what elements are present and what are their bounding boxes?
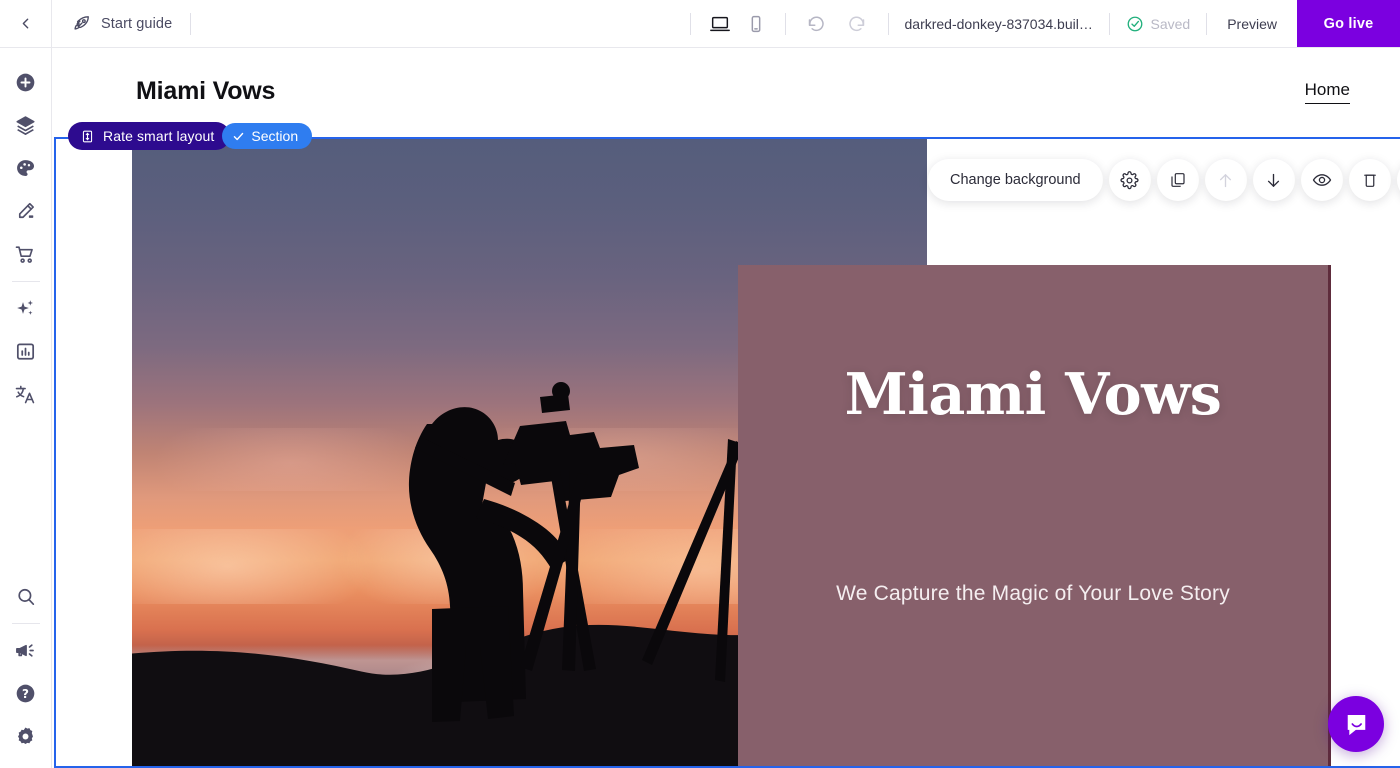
section-badge[interactable]: Section [222,123,312,149]
sidebar-bottom-group: ? [0,575,51,768]
more-options-button[interactable] [1397,159,1400,201]
sidebar-item-add-element[interactable] [0,61,52,104]
sidebar-item-settings[interactable] [0,715,52,758]
mobile-icon [745,13,767,35]
section-toolbar: Change background [928,159,1400,201]
move-section-down-button[interactable] [1253,159,1295,201]
hide-section-button[interactable] [1301,159,1343,201]
pencil-icon [14,200,37,223]
sidebar-item-ai-assistant[interactable] [0,287,52,330]
site-url-label[interactable]: darkred-donkey-837034.buil… [889,0,1109,47]
mobile-view-button[interactable] [741,9,771,39]
translate-icon [14,383,37,406]
history-controls [786,0,888,47]
rocket-icon [72,14,91,33]
question-circle-icon: ? [14,682,37,705]
svg-text:?: ? [22,687,29,701]
section-badges: Rate smart layout Section [68,122,312,150]
search-icon [15,586,37,608]
palette-icon [14,157,37,180]
back-button[interactable] [0,0,52,47]
duplicate-section-button[interactable] [1157,159,1199,201]
undo-icon [806,13,827,34]
sidebar-divider [12,281,40,282]
redo-button[interactable] [842,9,872,39]
sidebar-item-help[interactable]: ? [0,672,52,715]
sidebar-divider [12,623,40,624]
chevron-left-icon [17,15,34,32]
sidebar-item-layers[interactable] [0,104,52,147]
intercom-chat-button[interactable] [1328,696,1384,752]
sidebar-item-theme[interactable] [0,147,52,190]
rate-smart-layout-button[interactable]: Rate smart layout [68,122,230,150]
desktop-icon [709,13,731,35]
device-switcher [691,0,785,47]
save-status: Saved [1110,0,1207,47]
top-toolbar: Start guide [0,0,1400,48]
sparkles-icon [14,297,37,320]
start-guide-label: Start guide [101,16,172,32]
gear-icon [1120,171,1139,190]
preview-button[interactable]: Preview [1207,0,1297,47]
undo-button[interactable] [802,9,832,39]
check-icon [232,130,245,143]
page-title: Miami Vows [136,77,275,106]
sidebar-item-translate[interactable] [0,373,52,416]
section-badge-label: Section [251,128,298,144]
hero-heading: Miami Vows [845,361,1222,428]
sidebar-item-store[interactable] [0,233,52,276]
layers-icon [14,114,37,137]
nav-item-home[interactable]: Home [1305,80,1350,104]
section-settings-button[interactable] [1109,159,1151,201]
megaphone-icon [14,639,37,662]
sidebar-item-search[interactable] [0,575,52,618]
trash-icon [1361,171,1379,189]
left-sidebar: ? [0,48,52,768]
smart-layout-icon [80,129,95,144]
hero-content-card[interactable]: Miami Vows We Capture the Magic of Your … [738,265,1331,768]
rate-smart-layout-label: Rate smart layout [103,128,214,144]
shopping-cart-icon [14,243,37,266]
bar-chart-icon [14,340,37,363]
redo-icon [846,13,867,34]
arrow-up-icon [1216,171,1235,190]
hero-section[interactable]: Miami Vows We Capture the Magic of Your … [54,139,1400,768]
move-section-up-button[interactable] [1205,159,1247,201]
eye-icon [1312,170,1332,190]
delete-section-button[interactable] [1349,159,1391,201]
intercom-chat-icon [1343,711,1370,738]
toolbar-spacer [191,0,689,47]
hero-subheading: We Capture the Magic of Your Love Story [836,582,1230,606]
gear-icon [14,725,37,748]
plus-circle-icon [14,71,37,94]
sidebar-item-design[interactable] [0,190,52,233]
saved-label: Saved [1151,16,1191,32]
sidebar-item-analytics[interactable] [0,330,52,373]
desktop-view-button[interactable] [705,9,735,39]
check-circle-icon [1126,15,1144,33]
duplicate-icon [1169,171,1187,189]
change-background-button[interactable]: Change background [928,159,1103,201]
go-live-button[interactable]: Go live [1297,0,1400,47]
sidebar-item-announcements[interactable] [0,629,52,672]
start-guide-button[interactable]: Start guide [52,0,190,47]
editor-canvas: Miami Vows Home [52,48,1400,768]
sidebar-top-group [0,48,51,416]
arrow-down-icon [1264,171,1283,190]
